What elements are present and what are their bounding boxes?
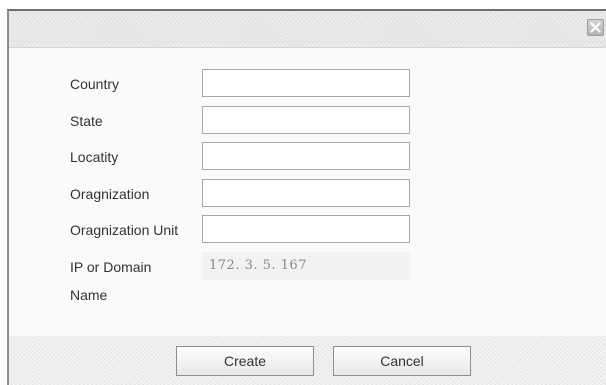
organization-input[interactable] [202, 179, 410, 207]
dialog-body: Country State Locatity Oragnization Orag… [9, 48, 606, 336]
locality-label: Locatity [70, 149, 119, 165]
organization-unit-label: Oragnization Unit [70, 222, 179, 238]
dialog-titlebar[interactable] [9, 11, 606, 48]
form-row-state: State [9, 106, 606, 134]
dialog-footer: Create Cancel [9, 336, 606, 385]
ip-domain-label-line1: IP or Domain [70, 259, 152, 275]
form-row-locality: Locatity [9, 142, 606, 170]
state-label: State [70, 113, 103, 129]
form-row-country: Country [9, 69, 606, 97]
form-row-organization-unit: Oragnization Unit [9, 215, 606, 243]
form-row-organization: Oragnization [9, 179, 606, 207]
certificate-dialog: Country State Locatity Oragnization Orag… [0, 0, 606, 385]
ip-domain-value: 172. 3. 5. 167 [202, 252, 410, 280]
country-input[interactable] [202, 69, 410, 97]
form-row-ip-domain: IP or Domain Name 172. 3. 5. 167 [9, 252, 606, 308]
locality-input[interactable] [202, 142, 410, 170]
country-label: Country [70, 76, 120, 92]
organization-unit-input[interactable] [202, 215, 410, 243]
close-icon [588, 20, 603, 35]
state-input[interactable] [202, 106, 410, 134]
organization-label: Oragnization [70, 186, 150, 202]
cancel-button[interactable]: Cancel [333, 346, 471, 376]
dialog-frame: Country State Locatity Oragnization Orag… [7, 9, 606, 385]
close-button[interactable] [587, 19, 604, 36]
ip-domain-label-line2: Name [70, 287, 108, 303]
create-button[interactable]: Create [176, 346, 314, 376]
